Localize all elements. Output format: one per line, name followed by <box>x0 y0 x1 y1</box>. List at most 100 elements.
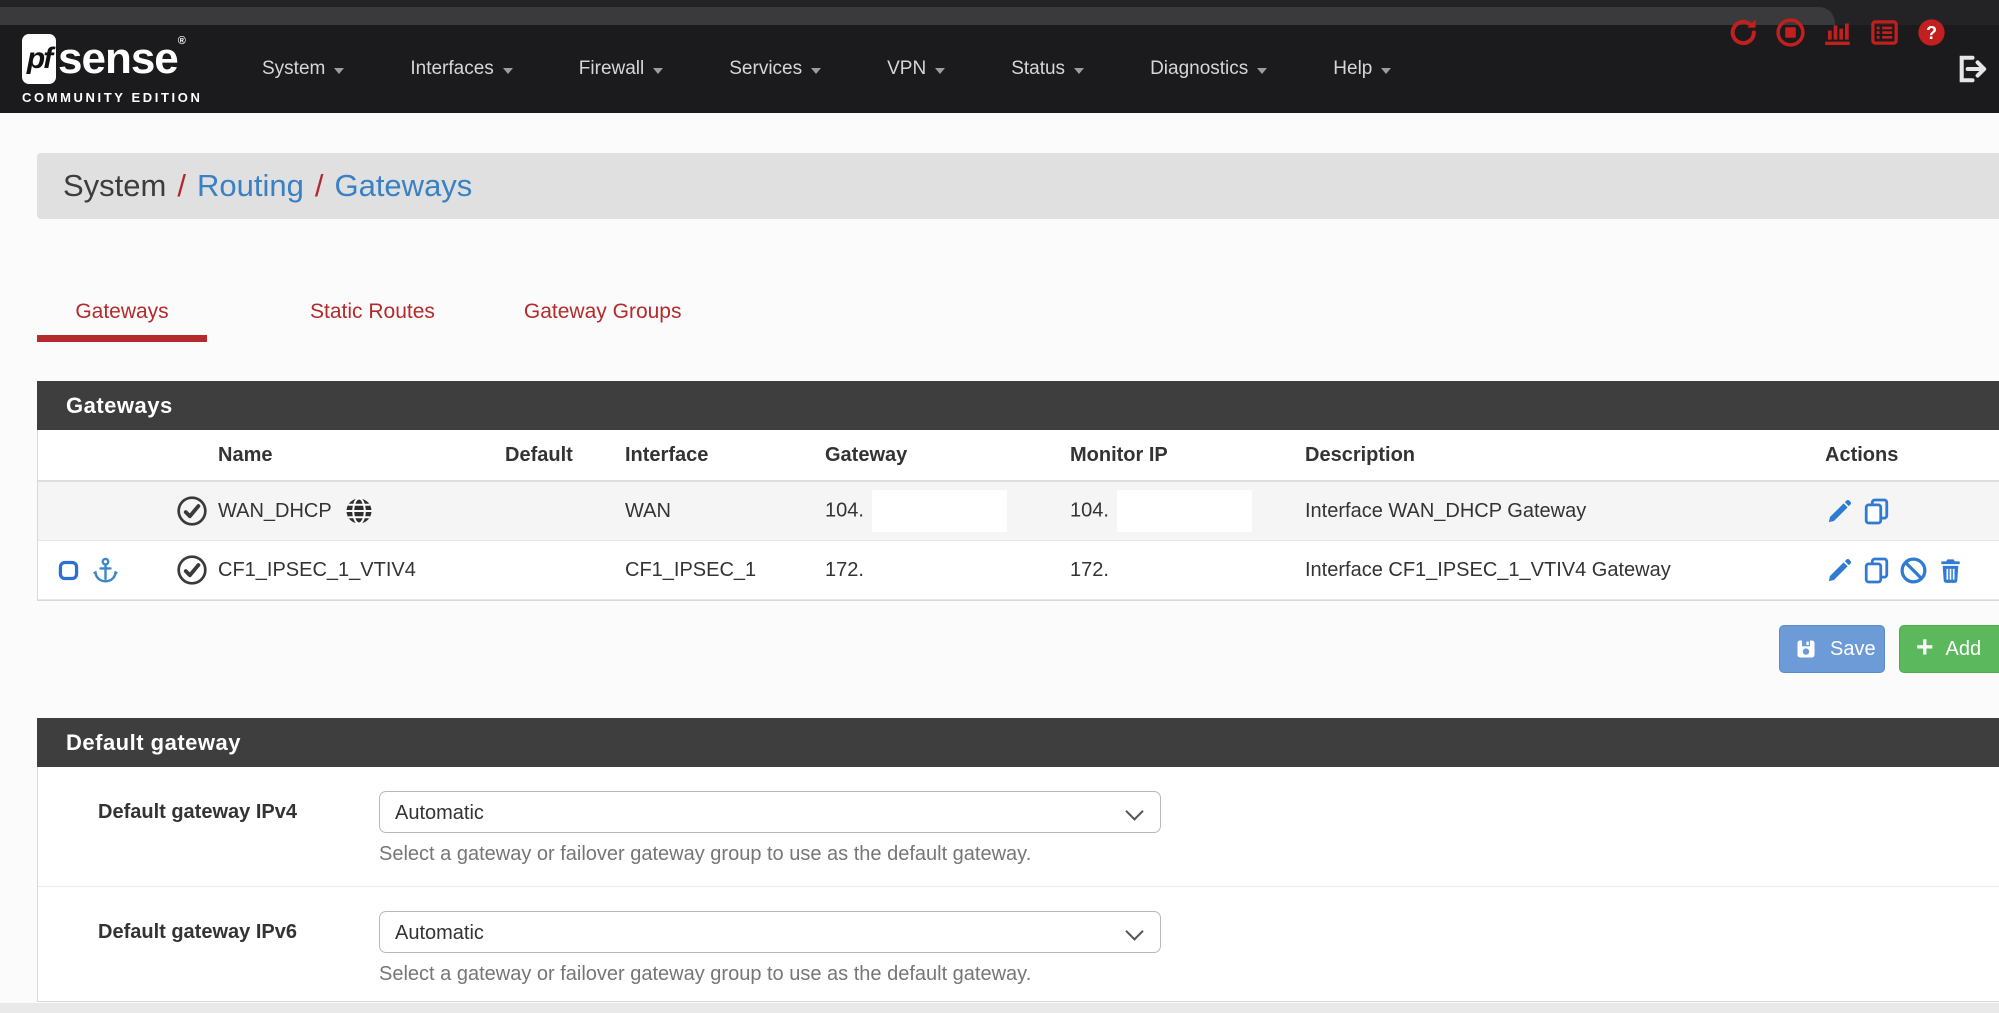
chevron-down-icon <box>1125 802 1143 820</box>
gateway-name: CF1_IPSEC_1_VTIV4 <box>218 559 416 582</box>
routing-tabs: Gateways Static Routes Gateway Groups <box>37 288 711 342</box>
column-header-gateway: Gateway <box>821 444 1066 467</box>
monitor-ip: 104. <box>1070 499 1109 521</box>
redaction-box <box>1117 490 1252 532</box>
tab-static-routes[interactable]: Static Routes <box>280 288 465 342</box>
help-icon[interactable]: ? <box>1916 17 1947 48</box>
column-header-description: Description <box>1301 444 1821 467</box>
table-row: WAN_DHCP WAN 104. 104. Interface WAN_DHC… <box>38 482 1999 541</box>
column-header-name: Name <box>214 444 501 467</box>
column-header-monitor-ip: Monitor IP <box>1066 444 1301 467</box>
top-navbar: pf sense® COMMUNITY EDITION System Inter… <box>0 25 1999 113</box>
refresh-icon[interactable] <box>1728 17 1759 48</box>
breadcrumb-system: System <box>63 168 166 204</box>
selected-value: Automatic <box>395 802 484 824</box>
gateway-address: 172. <box>825 559 864 581</box>
add-button[interactable]: + Add <box>1899 625 1999 673</box>
stop-icon[interactable] <box>1775 17 1806 48</box>
browser-chrome <box>0 0 1999 25</box>
menu-interfaces[interactable]: Interfaces <box>410 58 512 80</box>
pf-logo-text: pf <box>27 42 51 76</box>
breadcrumb-gateways-link[interactable]: Gateways <box>334 168 472 204</box>
log-icon[interactable] <box>1869 17 1900 48</box>
gateway-address: 104. <box>825 499 864 521</box>
breadcrumb-separator: / <box>304 168 335 204</box>
redaction-box <box>872 490 1007 532</box>
breadcrumb-routing-link[interactable]: Routing <box>197 168 304 204</box>
default-gateway-ipv6-label: Default gateway IPv6 <box>98 911 379 986</box>
gateway-enabled-icon <box>175 553 209 587</box>
gateways-table: Name Default Interface Gateway Monitor I… <box>37 430 1999 601</box>
chevron-down-icon <box>935 68 945 74</box>
breadcrumb: System / Routing / Gateways <box>63 153 472 219</box>
save-button[interactable]: Save <box>1779 625 1885 673</box>
default-gateway-ipv6-help: Select a gateway or failover gateway gro… <box>379 963 1161 986</box>
column-header-actions: Actions <box>1821 444 1999 467</box>
plus-icon: + <box>1916 633 1934 663</box>
pfsense-logo[interactable]: pf sense® COMMUNITY EDITION <box>22 30 242 110</box>
svg-text:?: ? <box>1926 23 1937 43</box>
column-header-interface: Interface <box>621 444 821 467</box>
copy-icon[interactable] <box>1862 556 1891 585</box>
edit-icon[interactable] <box>1825 556 1854 585</box>
tab-gateway-groups[interactable]: Gateway Groups <box>494 288 712 342</box>
breadcrumb-bar: System / Routing / Gateways <box>37 153 1999 219</box>
menu-help[interactable]: Help <box>1333 58 1391 80</box>
chevron-down-icon <box>503 68 513 74</box>
selected-value: Automatic <box>395 922 484 944</box>
default-gateway-ipv4-row: Default gateway IPv4 Automatic Select a … <box>38 767 1999 887</box>
chevron-down-icon <box>334 68 344 74</box>
monitor-ip: 172. <box>1070 559 1109 581</box>
gateway-interface: CF1_IPSEC_1 <box>621 559 821 582</box>
chevron-down-icon <box>811 68 821 74</box>
chart-icon[interactable] <box>1822 17 1853 48</box>
gateway-enabled-icon <box>175 494 209 528</box>
menu-system[interactable]: System <box>262 58 344 80</box>
chevron-down-icon <box>653 68 663 74</box>
default-gateway-ipv4-label: Default gateway IPv4 <box>98 791 379 866</box>
chevron-down-icon <box>1125 922 1143 940</box>
delete-icon[interactable] <box>1936 556 1965 585</box>
chevron-down-icon <box>1381 68 1391 74</box>
pf-logo-box: pf <box>22 34 56 84</box>
sign-out-icon[interactable] <box>1953 51 1989 87</box>
default-gateway-ipv6-row: Default gateway IPv6 Automatic Select a … <box>38 887 1999 1002</box>
menu-firewall[interactable]: Firewall <box>579 58 663 80</box>
table-header-row: Name Default Interface Gateway Monitor I… <box>38 430 1999 482</box>
chevron-down-icon <box>1257 68 1267 74</box>
tab-gateways[interactable]: Gateways <box>37 288 207 342</box>
checkbox-square-icon[interactable] <box>57 559 80 582</box>
breadcrumb-action-icons: ? <box>1728 17 1947 48</box>
chevron-down-icon <box>1074 68 1084 74</box>
column-header-default: Default <box>501 444 621 467</box>
sense-logo-text: sense® <box>58 34 185 84</box>
registered-mark: ® <box>178 35 185 47</box>
breadcrumb-separator: / <box>166 168 197 204</box>
gateway-name: WAN_DHCP <box>218 500 332 523</box>
gateway-description: Interface CF1_IPSEC_1_VTIV4 Gateway <box>1301 559 1821 582</box>
default-gateway-panel: Default gateway Default gateway IPv4 Aut… <box>37 718 1999 1002</box>
menu-status[interactable]: Status <box>1011 58 1084 80</box>
disable-icon[interactable] <box>1899 556 1928 585</box>
default-gateway-ipv6-select[interactable]: Automatic <box>379 911 1161 953</box>
save-icon <box>1794 637 1818 661</box>
browser-chrome-strip <box>0 7 1835 25</box>
gateways-panel: Gateways Name Default Interface Gateway … <box>37 381 1999 601</box>
default-gateway-ipv4-select[interactable]: Automatic <box>379 791 1161 833</box>
main-menu: System Interfaces Firewall Services VPN … <box>262 25 1391 113</box>
community-edition-label: COMMUNITY EDITION <box>22 90 242 105</box>
default-gateway-panel-title: Default gateway <box>37 718 1999 767</box>
menu-services[interactable]: Services <box>729 58 821 80</box>
default-gateway-ipv4-help: Select a gateway or failover gateway gro… <box>379 843 1161 866</box>
table-row: CF1_IPSEC_1_VTIV4 CF1_IPSEC_1 172. 172. … <box>38 541 1999 600</box>
menu-diagnostics[interactable]: Diagnostics <box>1150 58 1267 80</box>
page-bottom-strip <box>0 1003 1999 1013</box>
anchor-icon <box>91 556 120 585</box>
gateways-panel-title: Gateways <box>37 381 1999 430</box>
copy-icon[interactable] <box>1862 497 1891 526</box>
edit-icon[interactable] <box>1825 497 1854 526</box>
gateway-interface: WAN <box>621 500 821 523</box>
globe-icon <box>344 496 374 526</box>
gateway-description: Interface WAN_DHCP Gateway <box>1301 500 1821 523</box>
menu-vpn[interactable]: VPN <box>887 58 945 80</box>
